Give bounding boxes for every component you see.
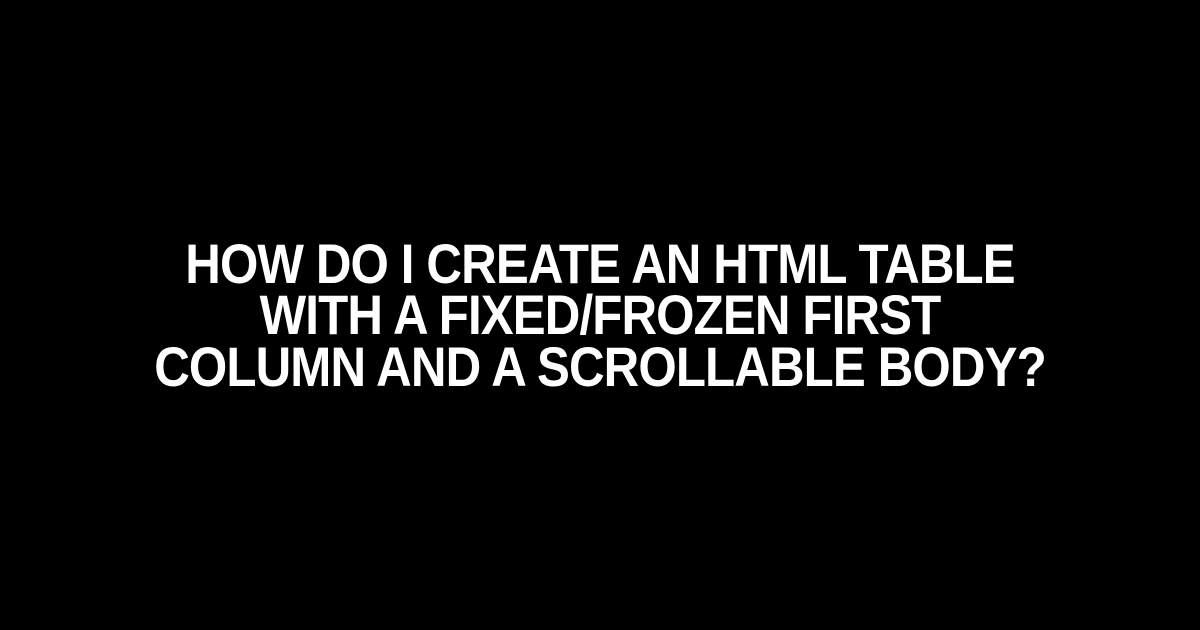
page-title: HOW DO I CREATE AN HTML TABLE WITH A FIX…: [116, 238, 1084, 393]
